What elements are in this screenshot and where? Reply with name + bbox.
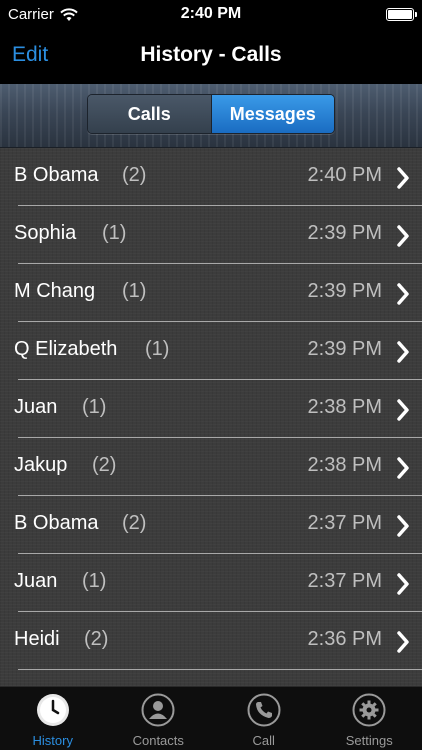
- timestamp: 2:39 PM: [307, 338, 382, 360]
- segment-header: Calls Messages: [0, 84, 422, 148]
- list-item[interactable]: Sophia (1) 2:39 PM: [0, 206, 422, 264]
- page-title: History - Calls: [140, 43, 282, 66]
- message-count: (1): [82, 570, 107, 592]
- list-item[interactable]: B Obama (2) 2:40 PM: [0, 148, 422, 206]
- message-count: (2): [122, 164, 147, 186]
- list-item[interactable]: Juan (1) 2:37 PM: [0, 554, 422, 612]
- contact-name: Juan: [14, 570, 58, 592]
- history-list: B Obama (2) 2:40 PM Sophia (1) 2:39 PM M…: [0, 148, 422, 686]
- person-icon: [141, 693, 175, 727]
- clock-icon: [36, 694, 69, 726]
- chevron-right-icon: [397, 515, 409, 537]
- tab-label: Call: [252, 733, 275, 748]
- list-item[interactable]: Jakup (2) 2:38 PM: [0, 438, 422, 496]
- chevron-right-icon: [397, 573, 409, 595]
- message-count: (1): [82, 396, 107, 418]
- contact-name: Q Elizabeth: [14, 338, 118, 360]
- message-count: (2): [122, 512, 147, 534]
- edit-button[interactable]: Edit: [12, 43, 48, 67]
- list-item[interactable]: Q Elizabeth (1) 2:39 PM: [0, 322, 422, 380]
- segment-calls[interactable]: Calls: [88, 95, 212, 133]
- message-count: (2): [84, 628, 109, 650]
- tab-history[interactable]: History: [0, 687, 106, 750]
- timestamp: 2:39 PM: [307, 280, 382, 302]
- message-count: (1): [145, 338, 170, 360]
- timestamp: 2:38 PM: [307, 396, 382, 418]
- message-count: (2): [92, 454, 117, 476]
- segmented-control: Calls Messages: [87, 94, 335, 134]
- contact-name: Jakup: [14, 454, 68, 476]
- segment-messages[interactable]: Messages: [211, 95, 334, 133]
- chevron-right-icon: [397, 283, 409, 305]
- chevron-right-icon: [397, 399, 409, 421]
- list-item[interactable]: Heidi (2) 2:36 PM: [0, 612, 422, 670]
- contact-name: Juan: [14, 396, 58, 418]
- chevron-right-icon: [397, 167, 409, 189]
- timestamp: 2:38 PM: [307, 454, 382, 476]
- contact-name: Heidi: [14, 628, 60, 650]
- gear-icon: [352, 693, 386, 727]
- contact-name: B Obama: [14, 512, 99, 534]
- battery-icon: [386, 8, 417, 21]
- chevron-right-icon: [397, 631, 409, 653]
- status-time: 2:40 PM: [180, 5, 242, 22]
- tab-contacts[interactable]: Contacts: [106, 687, 212, 750]
- list-item[interactable]: B Obama (2) 2:37 PM: [0, 496, 422, 554]
- timestamp: 2:40 PM: [307, 164, 382, 186]
- timestamp: 2:36 PM: [307, 628, 382, 650]
- tab-label: History: [32, 733, 73, 748]
- tab-bar: History Contacts Call Settings: [0, 686, 422, 750]
- timestamp: 2:37 PM: [307, 512, 382, 534]
- timestamp: 2:37 PM: [307, 570, 382, 592]
- message-count: (1): [122, 280, 147, 302]
- list-item[interactable]: M Chang (1) 2:39 PM: [0, 264, 422, 322]
- contact-name: M Chang: [14, 280, 96, 302]
- chevron-right-icon: [397, 225, 409, 247]
- navigation-bar: Edit History - Calls: [0, 30, 422, 84]
- phone-icon: [247, 693, 281, 727]
- tab-label: Contacts: [132, 733, 184, 748]
- status-bar: Carrier 2:40 PM: [0, 0, 422, 30]
- tab-settings[interactable]: Settings: [317, 687, 422, 750]
- contact-name: Sophia: [14, 222, 77, 244]
- tab-label: Settings: [345, 733, 393, 748]
- tab-call[interactable]: Call: [211, 687, 317, 750]
- list-item[interactable]: Juan (1) 2:38 PM: [0, 380, 422, 438]
- contact-name: B Obama: [14, 164, 99, 186]
- chevron-right-icon: [397, 341, 409, 363]
- message-count: (1): [102, 222, 127, 244]
- timestamp: 2:39 PM: [307, 222, 382, 244]
- chevron-right-icon: [397, 457, 409, 479]
